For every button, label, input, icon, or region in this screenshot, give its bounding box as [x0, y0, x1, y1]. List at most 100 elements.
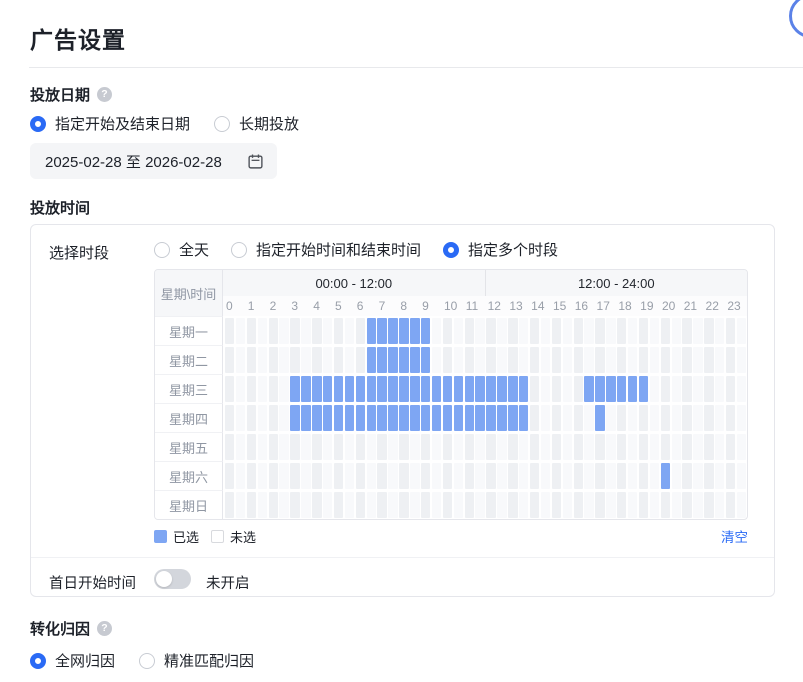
radio-option-long-term[interactable]: 长期投放 — [214, 113, 299, 134]
schedule-cell[interactable] — [312, 405, 321, 431]
schedule-cell[interactable] — [497, 318, 506, 344]
schedule-cell[interactable] — [410, 376, 419, 402]
schedule-cell[interactable] — [606, 376, 615, 402]
schedule-cell[interactable] — [410, 492, 419, 518]
schedule-cell[interactable] — [693, 376, 702, 402]
schedule-cell[interactable] — [737, 318, 746, 344]
calendar-icon[interactable] — [247, 153, 264, 170]
schedule-cell[interactable] — [225, 492, 234, 518]
schedule-cell[interactable] — [225, 463, 234, 489]
schedule-cell[interactable] — [323, 405, 332, 431]
schedule-cell[interactable] — [617, 376, 626, 402]
schedule-cell[interactable] — [312, 347, 321, 373]
schedule-cell[interactable] — [475, 376, 484, 402]
schedule-cell[interactable] — [650, 434, 659, 460]
schedule-cell[interactable] — [465, 463, 474, 489]
schedule-cell[interactable] — [432, 318, 441, 344]
schedule-cell[interactable] — [672, 405, 681, 431]
schedule-cell[interactable] — [410, 434, 419, 460]
schedule-cell[interactable] — [693, 318, 702, 344]
schedule-cell[interactable] — [574, 434, 583, 460]
schedule-cell[interactable] — [574, 463, 583, 489]
schedule-cell[interactable] — [356, 405, 365, 431]
schedule-cell[interactable] — [563, 463, 572, 489]
schedule-cell[interactable] — [236, 463, 245, 489]
schedule-cell[interactable] — [541, 347, 550, 373]
schedule-cell[interactable] — [617, 405, 626, 431]
schedule-cell[interactable] — [334, 347, 343, 373]
schedule-cell[interactable] — [334, 492, 343, 518]
schedule-cell[interactable] — [269, 376, 278, 402]
schedule-cell[interactable] — [258, 463, 267, 489]
schedule-cell[interactable] — [486, 347, 495, 373]
schedule-cell[interactable] — [486, 376, 495, 402]
schedule-cell[interactable] — [704, 463, 713, 489]
schedule-cell[interactable] — [475, 405, 484, 431]
schedule-cell[interactable] — [225, 405, 234, 431]
schedule-cell[interactable] — [367, 463, 376, 489]
schedule-cell[interactable] — [650, 347, 659, 373]
schedule-cell[interactable] — [279, 463, 288, 489]
radio-icon[interactable] — [30, 116, 46, 132]
schedule-cell[interactable] — [682, 463, 691, 489]
schedule-cell[interactable] — [301, 434, 310, 460]
schedule-cell[interactable] — [497, 347, 506, 373]
schedule-cell[interactable] — [519, 434, 528, 460]
schedule-cell[interactable] — [508, 405, 517, 431]
schedule-cell[interactable] — [236, 434, 245, 460]
schedule-cell[interactable] — [258, 492, 267, 518]
schedule-cell[interactable] — [628, 492, 637, 518]
schedule-cell[interactable] — [519, 463, 528, 489]
schedule-cell[interactable] — [323, 492, 332, 518]
schedule-cell[interactable] — [345, 405, 354, 431]
schedule-cell[interactable] — [301, 318, 310, 344]
schedule-cell[interactable] — [301, 405, 310, 431]
schedule-cell[interactable] — [628, 347, 637, 373]
radio-icon[interactable] — [139, 653, 155, 669]
schedule-cell[interactable] — [323, 376, 332, 402]
schedule-cell[interactable] — [443, 318, 452, 344]
schedule-cell[interactable] — [236, 376, 245, 402]
schedule-cell[interactable] — [639, 434, 648, 460]
schedule-cell[interactable] — [661, 347, 670, 373]
schedule-cell[interactable] — [323, 318, 332, 344]
schedule-cell[interactable] — [475, 492, 484, 518]
schedule-cell[interactable] — [497, 376, 506, 402]
radio-icon[interactable] — [231, 242, 247, 258]
schedule-cell[interactable] — [279, 318, 288, 344]
radio-option-full-network[interactable]: 全网归因 — [30, 650, 115, 671]
schedule-cell[interactable] — [432, 463, 441, 489]
schedule-cell[interactable] — [682, 318, 691, 344]
schedule-cell[interactable] — [541, 434, 550, 460]
schedule-cell[interactable] — [552, 318, 561, 344]
schedule-cell[interactable] — [301, 376, 310, 402]
schedule-cell[interactable] — [563, 405, 572, 431]
schedule-cell[interactable] — [454, 347, 463, 373]
schedule-cell[interactable] — [388, 405, 397, 431]
schedule-cell[interactable] — [606, 347, 615, 373]
schedule-cell[interactable] — [693, 347, 702, 373]
schedule-cell[interactable] — [628, 376, 637, 402]
schedule-cell[interactable] — [672, 376, 681, 402]
schedule-cell[interactable] — [334, 376, 343, 402]
schedule-cell[interactable] — [475, 463, 484, 489]
schedule-cell[interactable] — [650, 318, 659, 344]
schedule-cell[interactable] — [421, 492, 430, 518]
schedule-cell[interactable] — [595, 405, 604, 431]
radio-label[interactable]: 全天 — [179, 239, 209, 260]
schedule-cell[interactable] — [628, 434, 637, 460]
schedule-cell[interactable] — [486, 405, 495, 431]
schedule-cell[interactable] — [682, 434, 691, 460]
schedule-cell[interactable] — [595, 434, 604, 460]
schedule-cell[interactable] — [225, 318, 234, 344]
schedule-cell[interactable] — [290, 318, 299, 344]
schedule-cell[interactable] — [726, 347, 735, 373]
schedule-cell[interactable] — [552, 376, 561, 402]
schedule-cell[interactable] — [475, 434, 484, 460]
schedule-cell[interactable] — [225, 376, 234, 402]
schedule-cell[interactable] — [432, 434, 441, 460]
schedule-cell[interactable] — [290, 376, 299, 402]
schedule-cell[interactable] — [584, 492, 593, 518]
schedule-cell[interactable] — [421, 434, 430, 460]
schedule-cell[interactable] — [541, 405, 550, 431]
